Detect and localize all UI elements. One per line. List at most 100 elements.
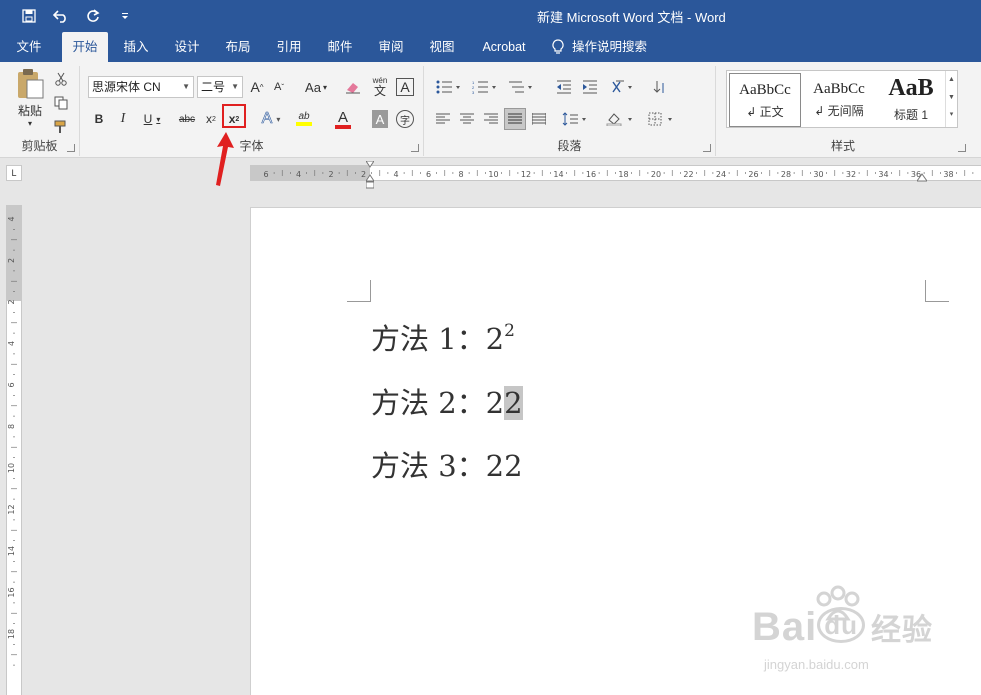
horizontal-ruler[interactable]: 6 4 2 2 4 6 8 10 12 14 16 18 20 22 24 26 28 30 32 34 36 38 — [250, 165, 981, 181]
line-spacing-icon[interactable] — [560, 110, 590, 128]
line-3-extra: 2 — [504, 449, 523, 483]
tab-mailings[interactable]: 邮件 — [318, 32, 362, 62]
line-1-label: 方法 1： — [371, 322, 486, 356]
highlight-button[interactable]: ab — [292, 108, 324, 130]
paragraph-launcher-icon[interactable] — [703, 144, 711, 152]
baidu-watermark: Bai du 经验 jingyan.baidu.com — [752, 585, 967, 685]
watermark-brand-cn: 经验 — [871, 614, 934, 647]
style-heading-1[interactable]: AaB 标题 1 — [875, 73, 947, 127]
redo-icon[interactable] — [82, 6, 104, 26]
undo-icon[interactable] — [50, 6, 72, 26]
shrink-font-button[interactable]: Aˇ — [270, 78, 288, 96]
font-size-combo[interactable]: 二号 ▼ — [197, 76, 243, 98]
character-shading-label: A — [375, 111, 385, 127]
shrink-font-label: A — [273, 81, 282, 93]
ruler-label: 14 — [7, 546, 16, 556]
sort-icon[interactable] — [650, 78, 670, 96]
document-line-1[interactable]: 方法 1：22 — [371, 316, 515, 358]
underline-button[interactable]: U ▾ — [138, 110, 166, 128]
font-size-dropdown-icon[interactable]: ▼ — [231, 77, 239, 97]
multilevel-list-icon[interactable] — [506, 78, 536, 96]
bold-button[interactable]: B — [90, 110, 108, 128]
copy-icon[interactable] — [52, 94, 70, 112]
tab-references[interactable]: 引用 — [267, 32, 311, 62]
customize-icon[interactable] — [114, 6, 136, 26]
document-line-3[interactable]: 方法 3：22 — [371, 443, 523, 485]
style-normal[interactable]: AaBbCc ↲ 正文 — [729, 73, 801, 127]
tab-file[interactable]: 文件 — [8, 32, 50, 62]
clipboard-launcher-icon[interactable] — [67, 144, 75, 152]
ruler-label: 16 — [7, 587, 16, 597]
save-icon[interactable] — [18, 6, 40, 26]
vertical-ruler[interactable]: 4 2 2 4 6 8 10 12 14 16 18 — [6, 205, 22, 695]
line-2-base: 2 — [485, 386, 505, 420]
bullets-icon[interactable] — [434, 78, 464, 96]
tab-acrobat[interactable]: Acrobat — [474, 32, 534, 62]
character-shading-button[interactable]: A — [372, 110, 388, 128]
vertical-ruler-ticks: 4 2 2 4 6 8 10 12 14 16 18 — [7, 216, 17, 666]
align-center-icon[interactable] — [458, 110, 476, 128]
tab-home[interactable]: 开始 — [62, 32, 108, 62]
increase-indent-icon[interactable] — [580, 78, 600, 96]
styles-scroll[interactable]: ▲ ▼ ▾ — [945, 71, 957, 127]
horizontal-ruler-ticks: 6 4 2 2 4 6 8 10 12 14 16 18 20 22 24 26 28 30 32 34 36 38 — [263, 170, 974, 179]
borders-icon[interactable] — [646, 110, 678, 128]
tab-view[interactable]: 视图 — [420, 32, 464, 62]
ruler-label: 20 — [651, 170, 661, 179]
watermark-url: jingyan.baidu.com — [764, 657, 869, 672]
italic-button[interactable]: I — [114, 110, 132, 128]
indent-markers-icon[interactable] — [366, 161, 374, 189]
font-name-dropdown-icon[interactable]: ▼ — [182, 77, 190, 97]
styles-down-icon[interactable]: ▼ — [946, 89, 957, 107]
enclose-character-button[interactable]: 字 — [396, 110, 414, 128]
window-title: 新建 Microsoft Word 文档 - Word — [537, 10, 726, 25]
paste-dropdown-icon[interactable]: ▾ — [28, 119, 32, 128]
subscript-button[interactable]: x2 — [202, 110, 220, 128]
justify-icon[interactable] — [504, 108, 526, 130]
style-no-spacing[interactable]: AaBbCc ↲ 无间隔 — [803, 73, 875, 127]
phonetic-guide-button[interactable]: wén 文 — [370, 76, 390, 98]
ruler-label: 24 — [716, 170, 726, 179]
ruler-label: 4 — [393, 170, 398, 179]
character-border-button[interactable]: A — [396, 78, 414, 96]
tab-review[interactable]: 审阅 — [369, 32, 413, 62]
line-3-base: 2 — [485, 449, 505, 483]
tell-me-search[interactable]: 操作说明搜索 — [552, 32, 662, 62]
font-launcher-icon[interactable] — [411, 144, 419, 152]
styles-launcher-icon[interactable] — [958, 144, 966, 152]
shading-icon[interactable] — [604, 110, 636, 128]
text-effects-button[interactable]: A ▾ — [256, 110, 286, 128]
italic-label: I — [120, 111, 126, 126]
decrease-indent-icon[interactable] — [554, 78, 574, 96]
change-case-button[interactable]: Aa ▾ — [302, 78, 330, 96]
line-2-selected[interactable]: 2 — [504, 386, 523, 420]
numbering-icon[interactable]: 123 — [470, 78, 500, 96]
ruler-label: 26 — [748, 170, 758, 179]
document-line-2[interactable]: 方法 2：22 — [371, 380, 523, 422]
ruler-label: 6 — [263, 170, 268, 179]
styles-up-icon[interactable]: ▲ — [946, 71, 957, 89]
distributed-icon[interactable] — [530, 110, 548, 128]
font-color-button[interactable]: A — [332, 108, 362, 130]
align-left-icon[interactable] — [434, 110, 452, 128]
tab-layout[interactable]: 布局 — [216, 32, 260, 62]
highlight-mark: ab — [298, 111, 310, 122]
font-name-combo[interactable]: 思源宋体 CN ▼ — [88, 76, 194, 98]
clipboard-group: 粘贴 ▾ 剪贴板 — [0, 66, 80, 156]
clear-format-icon[interactable] — [344, 78, 362, 96]
tab-selector[interactable]: L — [6, 165, 22, 181]
ruler-label: 2 — [328, 170, 333, 179]
paste-button[interactable]: 粘贴 ▾ — [12, 68, 48, 128]
right-indent-icon[interactable] — [917, 172, 927, 182]
strikethrough-button[interactable]: abc — [176, 110, 198, 128]
align-right-icon[interactable] — [482, 110, 500, 128]
styles-more-icon[interactable]: ▾ — [946, 107, 957, 123]
cut-icon[interactable] — [52, 70, 70, 88]
format-painter-icon[interactable] — [52, 118, 70, 136]
style-heading-1-preview: AaB — [888, 75, 934, 101]
tab-insert[interactable]: 插入 — [114, 32, 158, 62]
grow-font-button[interactable]: A ^ — [248, 78, 266, 96]
tab-design[interactable]: 设计 — [165, 32, 209, 62]
chinese-layout-icon[interactable] — [610, 78, 638, 96]
underline-label: U — [143, 112, 153, 126]
